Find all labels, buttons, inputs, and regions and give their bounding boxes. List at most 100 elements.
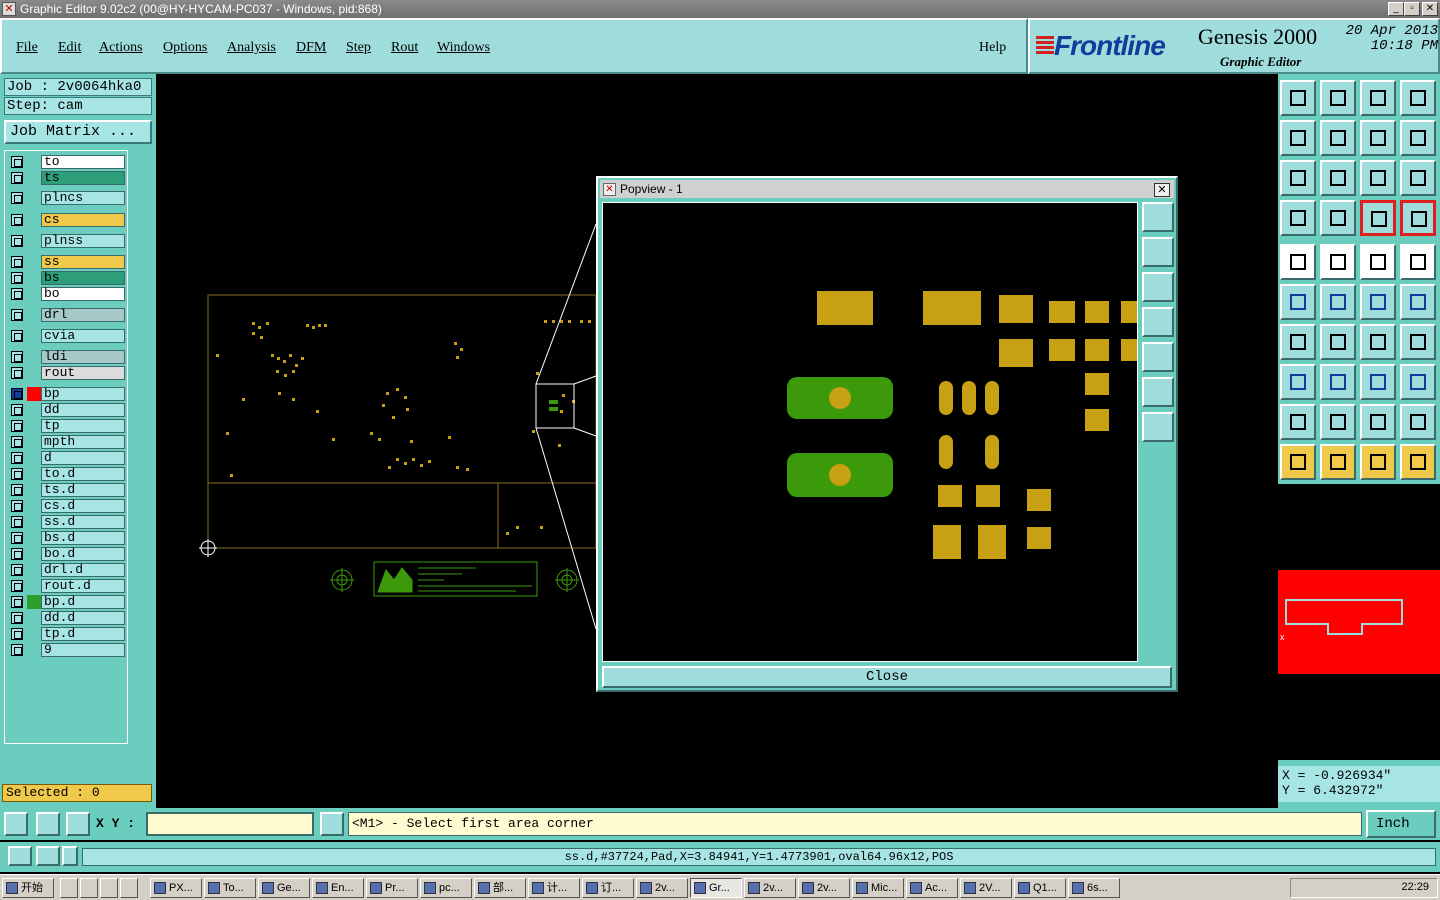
taskbar-item[interactable]: PX... [150,878,202,898]
layer-color-swatch[interactable] [27,255,41,269]
move-icon[interactable] [1360,284,1396,320]
layer-color-swatch[interactable] [27,483,41,497]
layer-checkbox[interactable] [11,596,23,608]
popview-close-icon[interactable]: ✕ [1154,183,1170,197]
a-icon[interactable] [1320,404,1356,440]
layer-row[interactable]: cs [7,213,127,227]
layer-checkbox[interactable] [11,388,23,400]
taskbar-item[interactable]: To... [204,878,256,898]
triangle-icon[interactable] [1280,404,1316,440]
pad-icon[interactable] [1280,244,1316,280]
layer-color-swatch[interactable] [27,627,41,641]
layer-checkbox[interactable] [11,612,23,624]
layer-checkbox[interactable] [11,235,23,247]
layer-name[interactable]: ss [41,255,125,269]
layer-color-swatch[interactable] [27,287,41,301]
layer-row[interactable]: ldi [7,350,127,364]
circle-icon[interactable] [1400,244,1436,280]
mirror-icon[interactable] [1400,324,1436,360]
minimize-button[interactable]: _ [1388,2,1404,16]
line-icon[interactable] [1320,244,1356,280]
popview-tool-5[interactable] [1142,342,1174,372]
layer-row[interactable]: plncs [7,191,127,205]
start-button[interactable]: 开始 [2,878,54,898]
menu-file[interactable]: File [16,40,38,56]
layer-checkbox[interactable] [11,628,23,640]
layer-color-swatch[interactable] [27,547,41,561]
a-line-icon[interactable] [1400,404,1436,440]
layer-checkbox[interactable] [11,564,23,576]
layer-name[interactable]: to.d [41,467,125,481]
layer-row[interactable]: bs.d [7,531,127,545]
layer-checkbox[interactable] [11,644,23,656]
layer-color-swatch[interactable] [27,579,41,593]
popview-tool-3[interactable] [1142,272,1174,302]
taskbar-item[interactable]: 2v... [798,878,850,898]
taskbar-item[interactable]: 2V... [960,878,1012,898]
close-window-button[interactable]: ✕ [1422,2,1438,16]
popview-titlebar[interactable]: ✕ Popview - 1 ✕ [600,180,1174,198]
taskbar-item[interactable]: 2v... [744,878,796,898]
pan-right-icon[interactable] [1320,120,1356,156]
scale-icon[interactable] [1360,364,1396,400]
layer-name[interactable]: cs [41,213,125,227]
home-icon[interactable] [1360,80,1396,116]
menu-windows[interactable]: Windows [437,40,490,56]
job-matrix-button[interactable]: Job Matrix ... [4,120,152,144]
split-view-icon[interactable] [1400,80,1436,116]
window-titlebar[interactable]: ✕ Graphic Editor 9.02c2 (00@HY-HYCAM-PC0… [0,0,1440,18]
layer-checkbox[interactable] [11,468,23,480]
quick-launch-icon[interactable] [120,878,138,898]
layer-color-swatch[interactable] [27,271,41,285]
layer-row[interactable]: bo.d [7,547,127,561]
menu-dfm[interactable]: DFM [296,40,326,56]
layer-name[interactable]: drl.d [41,563,125,577]
layer-name[interactable]: drl [41,308,125,322]
zoom-page-icon[interactable] [1320,80,1356,116]
layer-row[interactable]: bo [7,287,127,301]
popview-tool-6[interactable] [1142,377,1174,407]
layer-checkbox[interactable] [11,156,23,168]
help-icon[interactable] [36,846,60,866]
layer-checkbox[interactable] [11,367,23,379]
select-icon[interactable] [1320,444,1356,480]
layer-name[interactable]: bp.d [41,595,125,609]
ratio-icon[interactable] [1360,160,1396,196]
ruler-icon[interactable] [1360,244,1396,280]
route-icon[interactable] [1400,444,1436,480]
layer-checkbox[interactable] [11,516,23,528]
taskbar-item[interactable]: Ge... [258,878,310,898]
menu-help[interactable]: Help [979,40,1006,56]
taskbar-item[interactable]: 计... [528,878,580,898]
layer-color-swatch[interactable] [27,595,41,609]
cross-icon[interactable] [1320,284,1356,320]
menu-actions[interactable]: Actions [99,40,143,56]
layer-row[interactable]: ss [7,255,127,269]
probe-icon[interactable] [1320,200,1356,236]
zoom-home-icon[interactable] [1280,80,1316,116]
angle-icon[interactable] [1280,324,1316,360]
layer-row[interactable]: mpth [7,435,127,449]
layer-color-swatch[interactable] [27,435,41,449]
taskbar-item[interactable]: 部... [474,878,526,898]
layer-row[interactable]: cs.d [7,499,127,513]
layer-color-swatch[interactable] [27,467,41,481]
layer-row[interactable]: drl.d [7,563,127,577]
layer-name[interactable]: d [41,451,125,465]
menu-analysis[interactable]: Analysis [227,40,276,56]
popview-tool-2[interactable] [1142,237,1174,267]
layer-checkbox[interactable] [11,309,23,321]
layer-checkbox[interactable] [11,272,23,284]
taskbar-item[interactable]: Q1... [1014,878,1066,898]
taskbar-item[interactable]: Pr... [366,878,418,898]
layer-checkbox[interactable] [11,548,23,560]
layer-color-swatch[interactable] [27,171,41,185]
quick-launch-icon[interactable] [100,878,118,898]
popview-tool-7[interactable] [1142,412,1174,442]
printer-icon[interactable] [8,846,32,866]
layer-checkbox[interactable] [11,484,23,496]
layer-color-swatch[interactable] [27,213,41,227]
taskbar-item[interactable]: 订... [582,878,634,898]
layer-row[interactable]: to [7,155,127,169]
layer-name[interactable]: cs.d [41,499,125,513]
